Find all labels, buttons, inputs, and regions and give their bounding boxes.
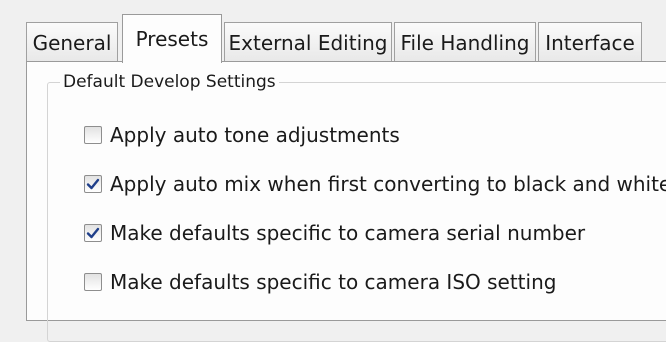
tab-external-editing[interactable]: External Editing — [224, 22, 392, 62]
option-camera-iso[interactable]: Make defaults specific to camera ISO set… — [84, 267, 556, 297]
camera-iso-checkbox[interactable] — [84, 273, 102, 291]
tab-interface-label: Interface — [545, 31, 635, 55]
tab-bar: General Presets External Editing File Ha… — [26, 14, 666, 63]
group-title: Default Develop Settings — [60, 71, 279, 93]
check-mark-icon — [86, 227, 100, 239]
check-mark-icon — [86, 178, 100, 190]
default-develop-settings-group: Default Develop Settings Apply auto tone… — [47, 71, 666, 342]
presets-panel: Default Develop Settings Apply auto tone… — [26, 61, 666, 342]
tab-general[interactable]: General — [26, 22, 118, 62]
tab-file-handling-label: File Handling — [400, 31, 530, 55]
auto-tone-checkbox[interactable] — [84, 126, 102, 144]
tab-presets-label: Presets — [135, 27, 209, 51]
tab-interface[interactable]: Interface — [538, 22, 642, 62]
auto-tone-label[interactable]: Apply auto tone adjustments — [110, 120, 400, 150]
auto-mix-bw-checkbox[interactable] — [84, 175, 102, 193]
camera-serial-label[interactable]: Make defaults specific to camera serial … — [110, 218, 585, 248]
tab-file-handling[interactable]: File Handling — [394, 22, 536, 62]
option-camera-serial[interactable]: Make defaults specific to camera serial … — [84, 218, 585, 248]
auto-mix-bw-label[interactable]: Apply auto mix when first converting to … — [110, 169, 666, 199]
tab-external-editing-label: External Editing — [228, 31, 388, 55]
option-auto-mix-bw[interactable]: Apply auto mix when first converting to … — [84, 169, 666, 199]
option-auto-tone[interactable]: Apply auto tone adjustments — [84, 120, 400, 150]
tab-presets[interactable]: Presets — [122, 14, 222, 63]
tab-general-label: General — [32, 31, 112, 55]
camera-iso-label[interactable]: Make defaults specific to camera ISO set… — [110, 267, 556, 297]
camera-serial-checkbox[interactable] — [84, 224, 102, 242]
